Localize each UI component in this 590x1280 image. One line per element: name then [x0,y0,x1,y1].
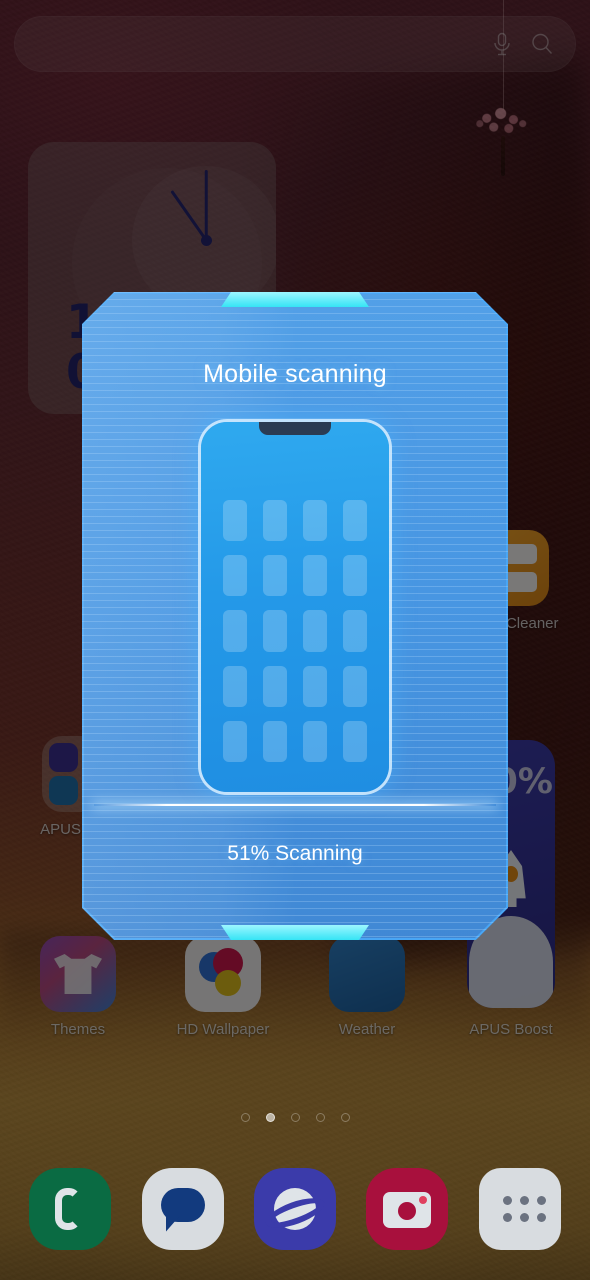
mobile-scanning-dialog: Mobile scanning 51% Scanning [82,292,508,940]
page-dot-active[interactable] [265,1113,275,1122]
dock [0,1168,590,1250]
internet-icon [253,1168,336,1250]
message-icon [141,1168,224,1250]
dock-item-phone[interactable] [29,1168,112,1250]
page-dot[interactable] [340,1113,350,1122]
dock-item-internet[interactable] [253,1168,336,1250]
phone-icon [29,1168,112,1250]
dock-item-camera[interactable] [366,1168,449,1250]
scan-title: Mobile scanning [203,360,387,388]
dock-item-messages[interactable] [141,1168,224,1250]
phone-app-grid [223,500,367,762]
app-drawer-icon [478,1168,561,1250]
page-dot[interactable] [315,1113,325,1122]
page-dot[interactable] [240,1113,250,1122]
scan-beam-line [94,804,496,806]
page-indicator [0,1113,590,1122]
dialog-bottom-accent-tab [221,925,369,940]
phone-notch [259,422,331,435]
camera-icon [366,1168,449,1250]
dock-item-apps[interactable] [478,1168,561,1250]
dialog-top-accent-tab [221,292,369,307]
phone-illustration-icon [201,422,389,792]
page-dot[interactable] [290,1113,300,1122]
scan-status-text: 51% Scanning [227,842,363,865]
